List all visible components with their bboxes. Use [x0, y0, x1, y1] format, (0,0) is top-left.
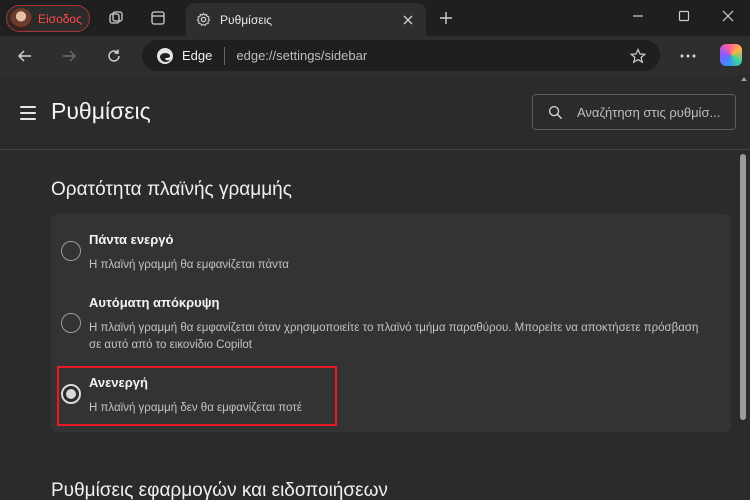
back-icon[interactable]: [13, 44, 37, 68]
more-options-icon[interactable]: [678, 46, 698, 66]
forward-icon[interactable]: [57, 44, 81, 68]
minimize-icon[interactable]: [626, 6, 650, 26]
favorite-star-icon[interactable]: [628, 46, 648, 66]
close-tab-icon[interactable]: [398, 10, 418, 30]
settings-page: Ρυθμίσεις Αναζήτηση στις ρυθμίσ... Ορατό…: [0, 76, 750, 500]
app-notifications-heading: Ρυθμίσεις εφαρμογών και ειδοποιήσεων: [51, 480, 388, 500]
tab-title: Ρυθμίσεις: [220, 12, 273, 27]
address-toolbar: Edge edge://settings/sidebar: [0, 36, 750, 76]
address-field[interactable]: Edge edge://settings/sidebar: [142, 40, 660, 71]
search-placeholder: Αναζήτηση στις ρυθμίσ...: [577, 104, 721, 120]
menu-icon[interactable]: [20, 106, 36, 120]
browser-label: Edge: [182, 48, 213, 63]
maximize-icon[interactable]: [672, 6, 696, 26]
page-title: Ρυθμίσεις: [51, 98, 151, 124]
close-window-icon[interactable]: [716, 6, 740, 26]
tab-settings[interactable]: Ρυθμίσεις: [186, 3, 426, 36]
gear-icon: [194, 11, 212, 29]
title-bar: Είσοδος Ρυθμίσεις: [0, 0, 750, 36]
option-label: Πάντα ενεργό: [89, 232, 174, 247]
new-tab-icon[interactable]: [436, 8, 456, 28]
highlight-box: [57, 366, 337, 426]
radio-always-on[interactable]: [61, 241, 81, 261]
copilot-icon[interactable]: [720, 44, 742, 66]
sidebar-visibility-heading: Ορατότητα πλαϊνής γραμμής: [51, 179, 292, 200]
profile-label: Είσοδος: [38, 11, 82, 26]
search-icon: [546, 103, 564, 121]
option-description: Η πλαϊνή γραμμή θα εμφανίζεται όταν χρησ…: [89, 322, 699, 351]
tab-actions-icon[interactable]: [148, 8, 168, 28]
edge-logo-icon: [157, 47, 173, 64]
option-label: Αυτόματη απόκρυψη: [89, 295, 220, 310]
scrollbar-thumb[interactable]: [740, 154, 746, 420]
scroll-up-arrow-icon[interactable]: [741, 77, 747, 81]
settings-header: Ρυθμίσεις Αναζήτηση στις ρυθμίσ...: [0, 76, 750, 150]
url-text: edge://settings/sidebar: [236, 48, 368, 63]
sidebar-visibility-card: Πάντα ενεργό Η πλαϊνή γραμμή θα εμφανίζε…: [51, 214, 731, 432]
refresh-icon[interactable]: [102, 44, 126, 68]
option-description: Η πλαϊνή γραμμή θα εμφανίζεται πάντα: [89, 259, 289, 271]
settings-search-input[interactable]: Αναζήτηση στις ρυθμίσ...: [532, 94, 736, 130]
workspaces-icon[interactable]: [106, 8, 126, 28]
radio-auto-hide[interactable]: [61, 313, 81, 333]
profile-button[interactable]: Είσοδος: [6, 5, 90, 32]
address-separator: [224, 46, 226, 65]
avatar: [10, 7, 32, 30]
